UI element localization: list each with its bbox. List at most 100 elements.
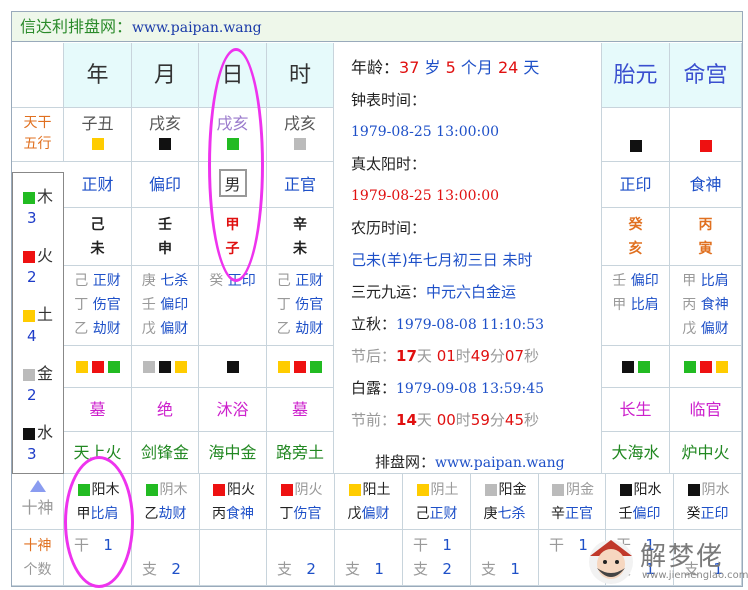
hidden-gan: 庚	[141, 273, 156, 289]
gan-count-label: 干	[549, 536, 565, 554]
triangle-up-icon[interactable]	[29, 480, 46, 492]
legend-element-count: 3	[27, 445, 37, 463]
fire-square	[91, 361, 104, 373]
count-cell: 支 2	[132, 530, 200, 586]
water-square	[159, 138, 171, 150]
pillar-zhi: 申	[158, 241, 172, 257]
god-name: 七杀	[497, 506, 526, 522]
age-days: 24	[497, 58, 519, 77]
element-square	[484, 484, 497, 496]
pillar-day: 甲子	[199, 208, 267, 266]
gan-count-label: 干	[74, 536, 90, 554]
age-sui: 岁	[424, 58, 441, 77]
jieqian-seconds: 45	[504, 411, 524, 429]
god-cell: 阳土 戊偏财	[335, 474, 403, 530]
element-square	[416, 484, 429, 496]
jiehou-minutes: 49	[470, 347, 490, 365]
elements-minggong	[670, 346, 742, 388]
metal-square	[143, 361, 155, 373]
god-cell: 阴木 乙劫财	[132, 474, 200, 530]
header-year: 年	[64, 43, 132, 108]
element-square	[687, 484, 700, 496]
element-color-swatch	[23, 309, 35, 322]
gender-box: 男	[218, 169, 247, 197]
age-tian: 天	[523, 58, 540, 77]
pillar-gan: 壬	[158, 217, 172, 233]
hidden-gan: 丁	[74, 297, 89, 313]
water-square	[621, 361, 634, 373]
tiangan-label: 天干	[23, 115, 52, 131]
pillar-zhi: 未	[293, 241, 307, 257]
god-name: 伤官	[293, 506, 322, 522]
pillar-hour: 辛未	[267, 208, 334, 266]
elements-taiyuan	[602, 346, 670, 388]
legend-element-count: 3	[27, 209, 37, 227]
hidden-god: 正印	[227, 273, 256, 289]
earth-square	[278, 361, 290, 373]
bailu-row: 白露：1979-09-08 13:59:45	[351, 378, 544, 399]
shishen-label-2: 十神	[23, 538, 52, 554]
god-gan: 乙	[144, 506, 159, 522]
element-color-swatch	[23, 250, 35, 263]
god-name: 偏印	[632, 506, 661, 522]
hidden-day: 癸 正印	[199, 266, 267, 346]
hidden-hour: 己 正财 丁 伤官 乙 劫财	[267, 266, 334, 346]
pillar-gan: 己	[90, 217, 105, 233]
god-cell: 阴水 癸正印	[674, 474, 742, 530]
unit-miao: 秒	[524, 411, 540, 429]
pillar-zhi: 未	[90, 241, 105, 257]
god-gan: 甲	[76, 506, 91, 522]
kongwang-year: 子丑	[64, 108, 132, 162]
god-cell: 阴土 己正财	[403, 474, 471, 530]
shishen-year: 正财	[64, 162, 132, 208]
hidden-minggong: 甲 比肩 丙 食神 戊 偏财	[670, 266, 742, 346]
clock-label: 钟表时间：	[351, 91, 427, 109]
nayin-month: 剑锋金	[132, 432, 199, 474]
yinyang-label: 阴土	[430, 482, 459, 498]
yinyang-label: 阳金	[498, 482, 527, 498]
zhi-count: 2	[171, 560, 181, 578]
title-url-link[interactable]: www.paipan.wang	[132, 20, 262, 36]
unit-miao: 秒	[524, 347, 540, 365]
header-minggong: 命宫	[670, 43, 742, 108]
zhi-count-label: 支	[142, 560, 158, 578]
hidden-gan: 壬	[612, 273, 627, 289]
legend-element-name: 金	[37, 364, 54, 383]
wood-square	[637, 361, 650, 373]
god-gan: 庚	[483, 506, 498, 522]
yinyang-label: 阴金	[566, 482, 594, 498]
god-gan: 癸	[686, 506, 701, 522]
stage-day: 沐浴	[199, 388, 267, 432]
shishen-label: 十神	[21, 498, 54, 517]
count-cell: 干 1支 2	[403, 530, 471, 586]
wood-square	[226, 138, 239, 150]
hidden-god: 偏财	[160, 321, 189, 337]
pillar-minggong: 丙寅	[670, 208, 742, 266]
god-name: 劫财	[158, 506, 187, 522]
legend-element-count: 4	[27, 327, 37, 345]
earth-square	[75, 361, 88, 373]
watermark: 解梦佬 www.jiemenglao.com	[584, 534, 748, 586]
age-years: 37	[399, 58, 420, 77]
hidden-gan: 甲	[682, 273, 697, 289]
god-gan: 戊	[347, 506, 362, 522]
jieqian-minutes: 59	[470, 411, 490, 429]
elements-month	[132, 346, 199, 388]
kongwang-text: 戌亥	[283, 114, 316, 133]
god-cell: 阴金 辛正官	[539, 474, 606, 530]
paipan-url-link[interactable]: www.paipan.wang	[435, 455, 565, 471]
element-square	[619, 484, 632, 496]
pillar-month: 壬申	[132, 208, 199, 266]
legend-element-name: 木	[37, 187, 54, 206]
taiyuan-element	[602, 108, 670, 162]
legend-item: 火	[21, 242, 53, 266]
nayin-minggong: 炉中火	[670, 432, 742, 474]
unit-fen: 分	[489, 347, 505, 365]
legend-element-name: 火	[37, 246, 54, 265]
title-prefix: 信达利排盘网：	[20, 17, 133, 36]
god-gan: 己	[415, 506, 430, 522]
header-month: 月	[132, 43, 199, 108]
bailu-value: 1979-09-08 13:59:45	[396, 381, 545, 397]
sanyuan-value: 中元六白金运	[426, 283, 517, 301]
nayin-day: 海中金	[199, 432, 267, 474]
